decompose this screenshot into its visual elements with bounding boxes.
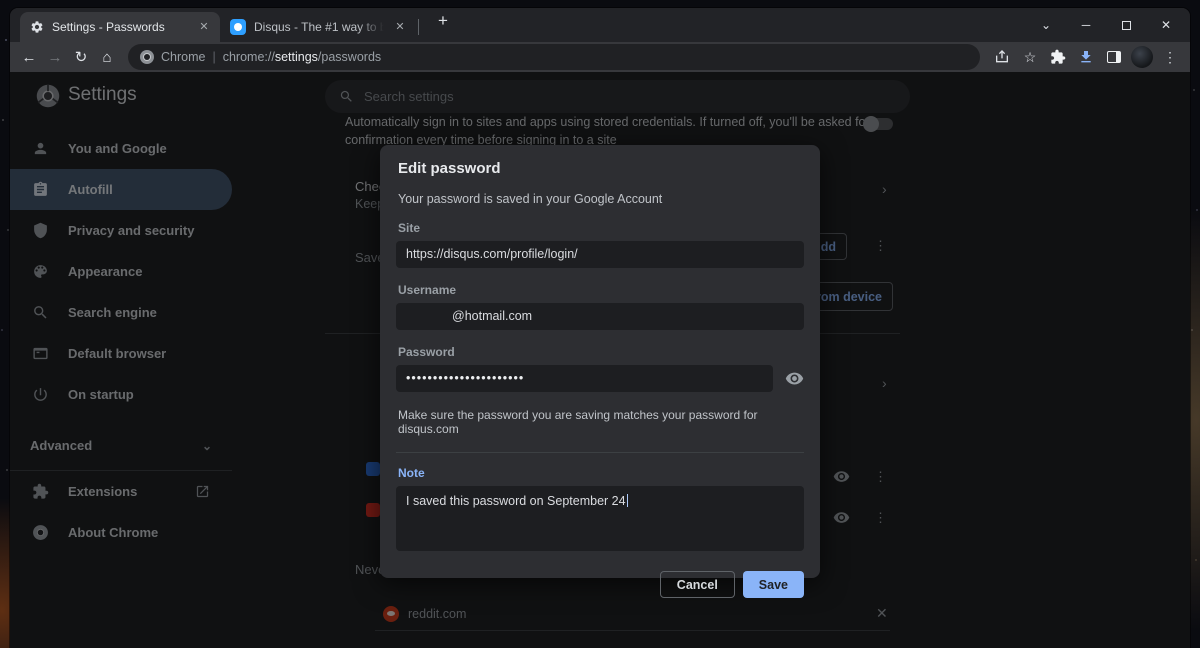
tab-separator (418, 19, 419, 35)
tab-search-icon[interactable]: ⌄ (1026, 10, 1066, 40)
avatar (1131, 46, 1153, 68)
window-controls: ⌄ ─ ✕ (1026, 8, 1186, 42)
username-label: Username (396, 283, 804, 297)
tab-strip: Settings - Passwords ✕ Disqus - The #1 w… (10, 8, 1190, 42)
minimize-button[interactable]: ─ (1066, 10, 1106, 40)
cancel-button[interactable]: Cancel (660, 571, 735, 598)
side-panel-glyph (1107, 51, 1121, 63)
note-textarea[interactable]: I saved this password on September 24 (396, 486, 804, 551)
password-helper-text: Make sure the password you are saving ma… (396, 408, 804, 436)
disqus-favicon-icon (230, 19, 246, 35)
omnibox-pipe: | (212, 50, 215, 64)
settings-page: Settings Search settings You and Google … (10, 72, 1190, 648)
dialog-subtitle: Your password is saved in your Google Ac… (396, 192, 804, 206)
menu-kebab-icon[interactable]: ⋮ (1156, 44, 1184, 70)
bookmark-star-icon[interactable]: ☆ (1016, 44, 1044, 70)
new-tab-button[interactable]: + (431, 12, 455, 36)
password-label: Password (396, 345, 804, 359)
tab-close-icon[interactable]: ✕ (392, 19, 408, 35)
site-input[interactable]: https://disqus.com/profile/login/ (396, 241, 804, 268)
omnibox-url: chrome://settings/passwords (223, 50, 381, 64)
dialog-title: Edit password (396, 160, 804, 177)
note-label: Note (396, 466, 804, 480)
text-caret (627, 494, 629, 507)
side-panel-icon[interactable] (1100, 44, 1128, 70)
browser-window: Settings - Passwords ✕ Disqus - The #1 w… (10, 8, 1190, 648)
password-input[interactable]: •••••••••••••••••••••• (396, 365, 773, 392)
toggle-password-visibility-eye-icon[interactable] (785, 369, 804, 388)
forward-icon[interactable]: → (42, 44, 68, 70)
back-icon[interactable]: ← (16, 44, 42, 70)
address-bar[interactable]: Chrome | chrome://settings/passwords (128, 44, 980, 70)
extensions-puzzle-icon[interactable] (1044, 44, 1072, 70)
close-button[interactable]: ✕ (1146, 10, 1186, 40)
chrome-logo-icon (140, 50, 154, 64)
dialog-divider (396, 452, 804, 453)
site-label: Site (396, 221, 804, 235)
download-icon[interactable] (1072, 44, 1100, 70)
home-icon[interactable]: ⌂ (94, 44, 120, 70)
tab-disqus[interactable]: Disqus - The #1 way to build an a ✕ (220, 12, 416, 42)
tab-disqus-label: Disqus - The #1 way to build an a (254, 20, 384, 34)
toolbar-actions: ☆ ⋮ (988, 44, 1184, 70)
gear-icon (30, 20, 44, 34)
tab-settings[interactable]: Settings - Passwords ✕ (20, 12, 220, 42)
note-text: I saved this password on September 24 (406, 494, 626, 508)
save-button[interactable]: Save (743, 571, 804, 598)
maximize-button[interactable] (1106, 10, 1146, 40)
omnibox-app-name: Chrome (161, 50, 205, 64)
maximize-icon (1122, 21, 1131, 30)
share-icon[interactable] (988, 44, 1016, 70)
browser-toolbar: ← → ↻ ⌂ Chrome | chrome://settings/passw… (10, 42, 1190, 72)
tab-close-icon[interactable]: ✕ (196, 19, 212, 35)
reload-icon[interactable]: ↻ (68, 44, 94, 70)
username-input[interactable]: @hotmail.com (396, 303, 804, 330)
tab-settings-label: Settings - Passwords (52, 20, 188, 34)
profile-avatar[interactable] (1128, 44, 1156, 70)
edit-password-dialog: Edit password Your password is saved in … (380, 145, 820, 578)
dialog-footer: Cancel Save (396, 571, 804, 598)
